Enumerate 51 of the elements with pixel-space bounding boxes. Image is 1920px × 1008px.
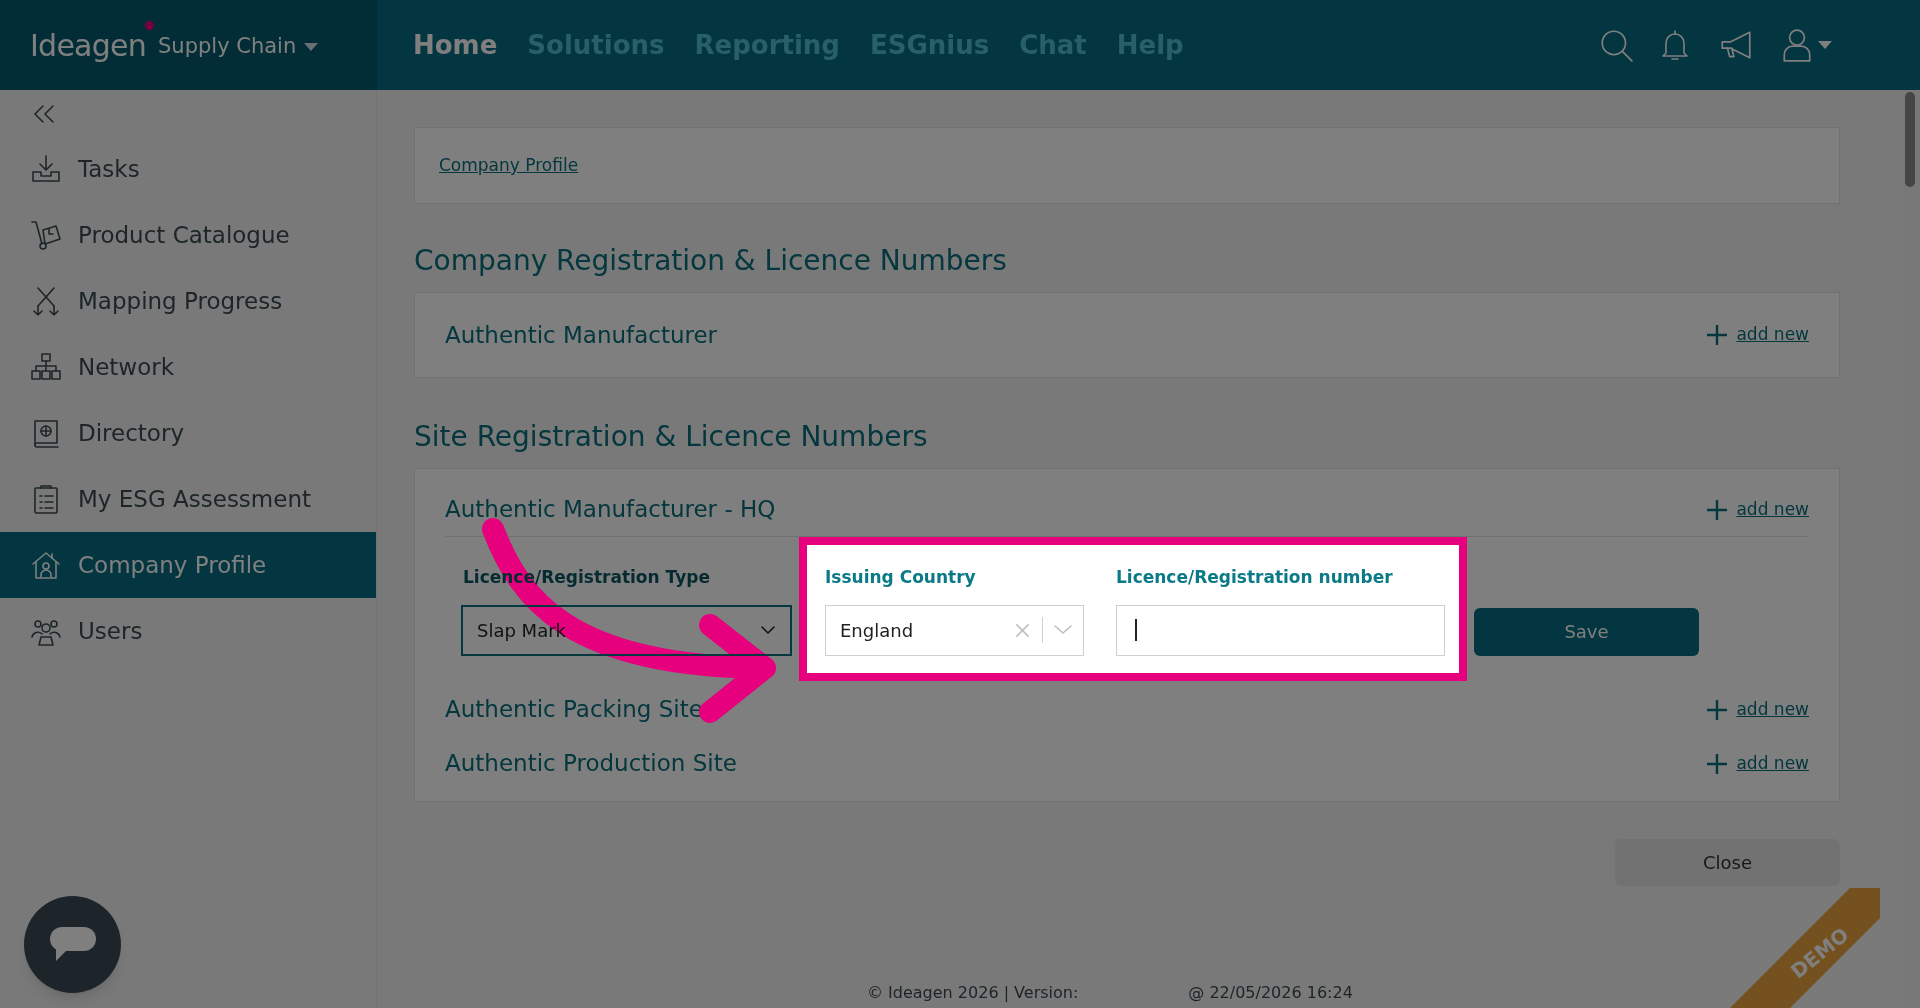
breadcrumb-link[interactable]: Company Profile	[439, 152, 579, 179]
sidebar-item[interactable]: Network	[0, 334, 376, 400]
clear-icon[interactable]	[1015, 622, 1030, 638]
chevron-down-icon	[760, 625, 776, 635]
field-label: Licence/Registration number	[1116, 566, 1394, 589]
plus-icon	[1706, 752, 1729, 775]
house-person-icon	[30, 549, 62, 581]
user-icon	[1780, 27, 1814, 63]
entry-title: Authentic Production Site	[445, 749, 737, 779]
add-new-link[interactable]: add new	[1706, 322, 1809, 348]
add-new-link[interactable]: add new	[1706, 496, 1809, 523]
entry-title: Authentic Manufacturer - HQ	[445, 495, 776, 525]
add-new-link[interactable]: add new	[1706, 750, 1809, 777]
entry-title: Authentic Manufacturer	[445, 320, 718, 350]
sidebar-item[interactable]: Product Catalogue	[0, 202, 376, 268]
product-switcher[interactable]: Supply Chain	[158, 31, 319, 63]
tray-download-icon	[30, 153, 62, 185]
sidebar-item[interactable]: Mapping Progress	[0, 268, 376, 334]
logo: Ideagen	[30, 22, 146, 68]
footer-text: @ 22/05/2026 16:24	[1188, 982, 1353, 1004]
add-new-link[interactable]: add new	[1706, 696, 1809, 723]
entry-title: Authentic Packing Site	[445, 695, 703, 725]
sidebar-item[interactable]: Directory	[0, 400, 376, 466]
hierarchy-icon	[30, 351, 62, 383]
speech-bubble-icon	[49, 926, 96, 963]
scrollbar-thumb[interactable]	[1905, 92, 1915, 187]
user-menu-button[interactable]	[1780, 27, 1832, 63]
search-button[interactable]	[1598, 27, 1634, 63]
save-button[interactable]: Save	[1474, 607, 1699, 656]
close-icon	[1015, 622, 1030, 638]
caret-icon	[1818, 41, 1832, 49]
caret-icon	[304, 43, 319, 51]
close-button[interactable]: Close	[1615, 838, 1840, 886]
crossed-arrows-icon	[30, 285, 62, 317]
footer-text: © Ideagen 2026 | Version:	[867, 982, 1079, 1004]
sidebar-item[interactable]: Company Profile	[0, 532, 376, 598]
nav-link[interactable]: Home	[413, 25, 498, 65]
trolley-icon	[30, 219, 62, 251]
number-input[interactable]	[1116, 604, 1445, 656]
plus-icon	[1706, 498, 1729, 521]
search-icon	[1598, 27, 1634, 63]
country-select[interactable]: England	[825, 604, 1084, 656]
plus-icon	[1706, 698, 1729, 721]
sidebar-item[interactable]: Users	[0, 598, 376, 664]
chevron-down-icon	[1053, 624, 1073, 636]
section-heading: Site Registration & Licence Numbers	[414, 419, 929, 455]
field-label: Issuing Country	[825, 566, 977, 589]
section-heading: Company Registration & Licence Numbers	[414, 243, 1008, 279]
sidebar-item[interactable]: Tasks	[0, 136, 376, 202]
plus-icon	[1706, 324, 1729, 346]
sidebar-item[interactable]: My ESG Assessment	[0, 466, 376, 532]
